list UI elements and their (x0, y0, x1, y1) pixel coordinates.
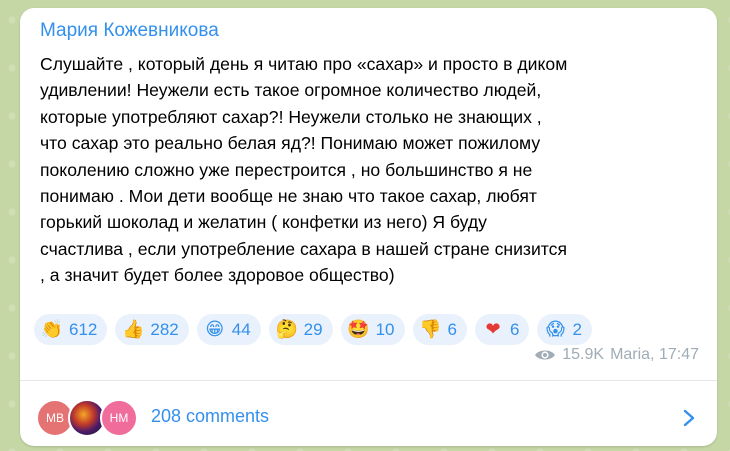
post-meta: 15.9K Maria, 17:47 (534, 346, 699, 364)
star-struck-icon: 🤩 (347, 319, 370, 339)
comments-count-label: 208 comments (151, 406, 270, 426)
reactions-bar: 👏 612 👍 282 😁 44 🤔 29 🤩 10 👎 6 ❤ 6 😱 2 (34, 314, 592, 345)
reaction-count: 612 (69, 319, 98, 339)
eye-icon (535, 350, 556, 360)
reaction-grin[interactable]: 😁 44 (196, 314, 261, 345)
thinking-face-icon: 🤔 (275, 319, 298, 339)
reaction-scream[interactable]: 😱 2 (537, 314, 592, 345)
view-count: 15.9K (562, 346, 605, 363)
reaction-thumbs-up[interactable]: 👍 282 (115, 314, 189, 345)
thumbs-up-icon: 👍 (122, 319, 145, 339)
reaction-thumbs-down[interactable]: 👎 6 (412, 314, 467, 345)
grinning-face-icon: 😁 (205, 319, 225, 339)
reaction-star-struck[interactable]: 🤩 10 (340, 314, 405, 345)
reaction-count: 6 (509, 319, 520, 339)
channel-post-bubble: Мария Кожевникова Слушайте , который ден… (20, 8, 717, 446)
reaction-count: 2 (572, 319, 582, 339)
thumbs-down-icon: 👎 (419, 319, 442, 339)
screaming-face-icon: 😱 (546, 319, 565, 339)
reaction-count: 10 (375, 319, 395, 339)
reaction-count: 282 (150, 319, 179, 339)
post-author[interactable]: Мария Кожевникова (40, 20, 219, 42)
clapping-hands-icon: 👏 (40, 319, 64, 339)
comments-button[interactable]: МВ НМ 208 comments (20, 381, 717, 446)
reaction-heart[interactable]: ❤ 6 (474, 314, 530, 345)
commenter-avatars: МВ НМ (36, 399, 138, 437)
chevron-right-icon (683, 409, 695, 427)
reaction-clap[interactable]: 👏 612 (34, 314, 108, 345)
post-signature-time: Maria, 17:47 (610, 346, 699, 363)
avatar: НМ (100, 399, 138, 437)
post-text: Слушайте , который день я читаю про «сах… (40, 54, 568, 286)
reaction-count: 6 (447, 319, 457, 339)
reaction-count: 44 (231, 319, 251, 339)
reaction-thinking[interactable]: 🤔 29 (268, 314, 333, 345)
reaction-count: 29 (303, 319, 323, 339)
red-heart-icon: ❤ (485, 319, 501, 339)
